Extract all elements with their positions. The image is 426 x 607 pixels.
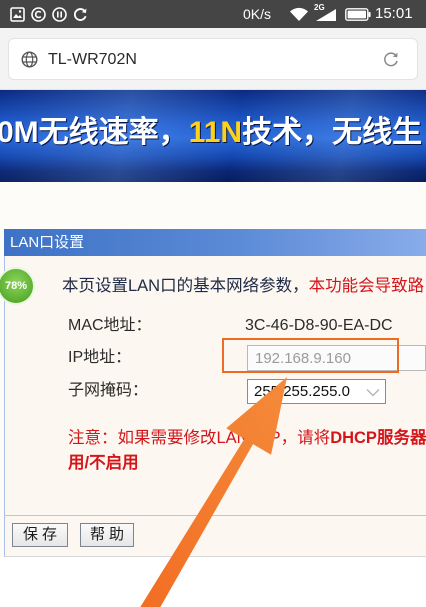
subnet-mask-select[interactable]: 255.255.255.0 — [247, 379, 386, 404]
banner-slogan: 0M无线速率，11N技术，无线生 — [0, 115, 426, 151]
circle-c-icon — [31, 7, 46, 22]
status-bar: 0K/s 2G 15:01 — [0, 0, 426, 28]
ip-highlight-box — [222, 338, 399, 373]
circle-pause-icon — [52, 7, 67, 22]
panel-title: LAN口设置 — [10, 234, 85, 251]
dhcp-note: 注意：如果需要修改LAN口IP，请将DHCP服务器 — [68, 428, 426, 448]
address-bar[interactable]: TL-WR702N — [8, 38, 418, 80]
ip-label: IP地址： — [68, 349, 132, 366]
divider — [4, 515, 426, 516]
wifi-icon — [289, 7, 309, 22]
battery-icon — [345, 8, 371, 21]
banner-slogan-part: 0M无线速率， — [0, 116, 189, 149]
sync-icon — [73, 7, 88, 22]
dhcp-note-text: 注意：如果需要修改LAN口IP，请将 — [68, 429, 331, 447]
mac-label: MAC地址： — [68, 317, 152, 334]
network-speed: 0K/s — [243, 6, 272, 22]
dhcp-note-emphasis: DHCP服务器 — [330, 429, 426, 447]
banner-slogan-part: 技术，无线生 — [242, 116, 423, 149]
signal-icon — [315, 8, 337, 22]
chevron-down-icon — [366, 388, 380, 397]
mac-value: 3C-46-D8-90-EA-DC — [245, 317, 393, 334]
page-title: TL-WR702N — [48, 51, 137, 68]
intro-text: 本页设置LAN口的基本网络参数，本功能会导致路 — [62, 276, 426, 296]
browser-toolbar: TL-WR702N — [0, 28, 426, 90]
dhcp-note-line2: 用/不启用 — [68, 454, 139, 472]
panel-header: LAN口设置 — [4, 229, 426, 256]
subnet-mask-label: 子网掩码： — [68, 382, 149, 399]
globe-icon — [21, 51, 38, 68]
help-button[interactable]: 帮助 — [80, 523, 134, 547]
clock: 15:01 — [375, 5, 413, 22]
refresh-icon[interactable] — [382, 50, 400, 68]
router-banner: 0M无线速率，11N技术，无线生 — [0, 90, 426, 182]
intro-description: 本页设置LAN口的基本网络参数， — [62, 277, 309, 295]
subnet-mask-value: 255.255.255.0 — [254, 383, 350, 400]
banner-slogan-highlight: 11N — [188, 116, 243, 149]
save-button[interactable]: 保存 — [12, 523, 68, 547]
gallery-icon — [10, 7, 25, 22]
intro-warning: 本功能会导致路 — [308, 277, 425, 295]
